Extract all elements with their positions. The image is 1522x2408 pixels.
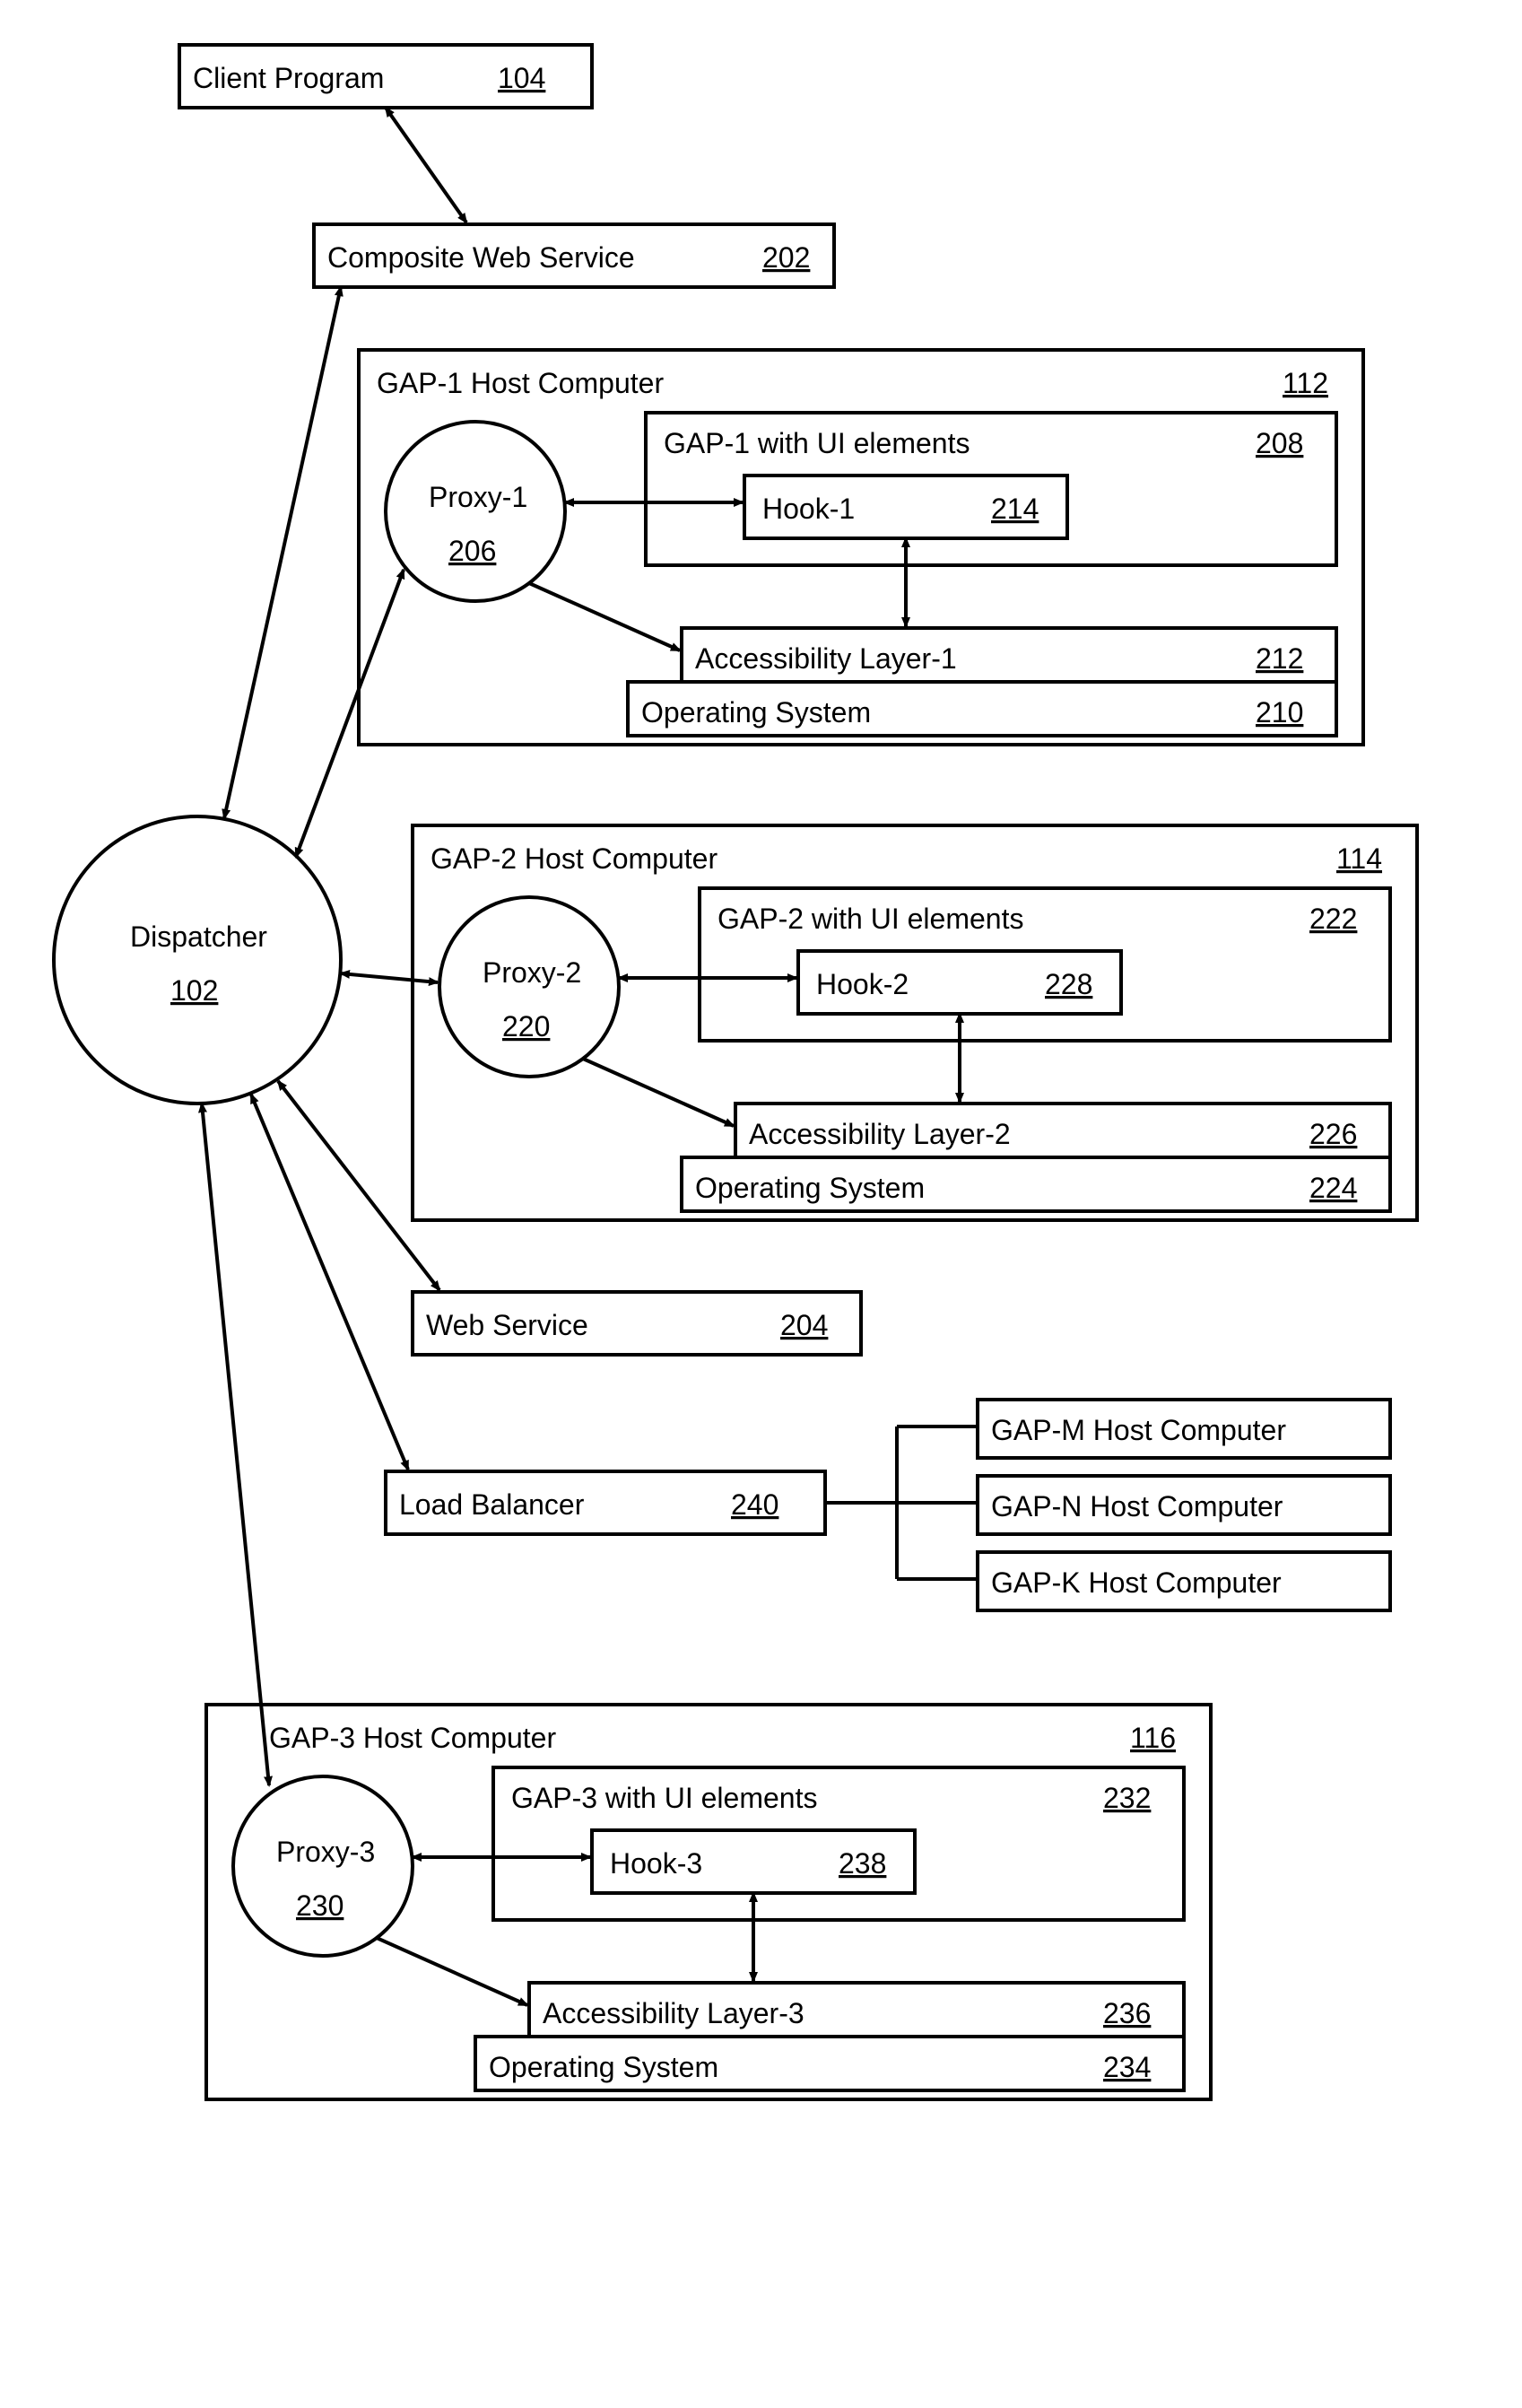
- gap1-host-label: GAP-1 Host Computer: [377, 367, 664, 399]
- gap1-proxy-num: 206: [448, 535, 496, 567]
- gap3-proxy-label: Proxy-3: [276, 1836, 375, 1868]
- gap1-ui-label: GAP-1 with UI elements: [664, 427, 970, 459]
- lb-host-m-label: GAP-M Host Computer: [991, 1414, 1286, 1446]
- gap1-hook-label: Hook-1: [762, 493, 855, 525]
- client-program-box: Client Program 104: [179, 45, 592, 108]
- gap3-ui-label: GAP-3 with UI elements: [511, 1782, 817, 1814]
- arrow-composite-dispatcher: [224, 287, 341, 818]
- gap3-hook-label: Hook-3: [610, 1847, 702, 1880]
- gap2-os-num: 224: [1309, 1172, 1357, 1204]
- gap3-host-label: GAP-3 Host Computer: [269, 1722, 556, 1754]
- web-service-label: Web Service: [426, 1309, 588, 1341]
- gap1-acc-num: 212: [1256, 642, 1303, 675]
- gap2-host-label: GAP-2 Host Computer: [431, 842, 718, 875]
- gap1-host-num: 112: [1283, 367, 1328, 399]
- lb-host-n: GAP-N Host Computer: [978, 1476, 1390, 1534]
- gap2-acc-label: Accessibility Layer-2: [749, 1118, 1011, 1150]
- gap1-os-label: Operating System: [641, 696, 871, 729]
- gap1-acc-label: Accessibility Layer-1: [695, 642, 957, 675]
- gap2-host-num: 114: [1336, 842, 1382, 875]
- gap1-ui-num: 208: [1256, 427, 1303, 459]
- gap2-proxy-label: Proxy-2: [483, 956, 581, 989]
- gap2-host-group: GAP-2 Host Computer 114 Proxy-2 220 GAP-…: [413, 825, 1417, 1220]
- gap3-proxy-num: 230: [296, 1889, 344, 1922]
- client-program-label: Client Program: [193, 62, 384, 94]
- gap1-hook-num: 214: [991, 493, 1039, 525]
- gap2-hook-label: Hook-2: [816, 968, 909, 1000]
- gap1-host-group: GAP-1 Host Computer 112 Proxy-1 206 GAP-…: [359, 350, 1363, 745]
- gap2-acc-num: 226: [1309, 1118, 1357, 1150]
- gap3-os-label: Operating System: [489, 2051, 718, 2083]
- web-service-box: Web Service 204: [413, 1292, 861, 1355]
- dispatcher-circle: Dispatcher 102: [54, 816, 341, 1104]
- arrow-client-composite: [386, 108, 466, 222]
- gap3-acc-label: Accessibility Layer-3: [543, 1997, 804, 2029]
- gap1-os-num: 210: [1256, 696, 1303, 729]
- gap3-host-num: 116: [1130, 1722, 1176, 1754]
- dispatcher-label: Dispatcher: [130, 920, 267, 953]
- gap2-hook-num: 228: [1045, 968, 1092, 1000]
- load-balancer-num: 240: [731, 1488, 778, 1521]
- web-service-num: 204: [780, 1309, 828, 1341]
- gap3-acc-num: 236: [1103, 1997, 1151, 2029]
- gap3-hook-num: 238: [839, 1847, 886, 1880]
- gap2-ui-num: 222: [1309, 903, 1357, 935]
- dispatcher-num: 102: [170, 974, 218, 1007]
- gap2-ui-label: GAP-2 with UI elements: [718, 903, 1023, 935]
- gap3-host-group: GAP-3 Host Computer 116 Proxy-3 230 GAP-…: [206, 1705, 1211, 2099]
- composite-web-label: Composite Web Service: [327, 241, 635, 274]
- load-balancer-box: Load Balancer 240: [386, 1471, 825, 1534]
- gap3-ui-num: 232: [1103, 1782, 1151, 1814]
- gap1-proxy-label: Proxy-1: [429, 481, 527, 513]
- load-balancer-label: Load Balancer: [399, 1488, 585, 1521]
- gap2-proxy-num: 220: [502, 1010, 550, 1043]
- composite-web-box: Composite Web Service 202: [314, 224, 834, 287]
- composite-web-num: 202: [762, 241, 810, 274]
- gap2-os-label: Operating System: [695, 1172, 925, 1204]
- arrow-dispatcher-gap3: [202, 1104, 269, 1785]
- lb-host-n-label: GAP-N Host Computer: [991, 1490, 1283, 1522]
- client-program-num: 104: [498, 62, 545, 94]
- lb-host-m: GAP-M Host Computer: [978, 1400, 1390, 1458]
- lb-host-k: GAP-K Host Computer: [978, 1552, 1390, 1610]
- lb-host-k-label: GAP-K Host Computer: [991, 1566, 1282, 1599]
- gap3-os-num: 234: [1103, 2051, 1151, 2083]
